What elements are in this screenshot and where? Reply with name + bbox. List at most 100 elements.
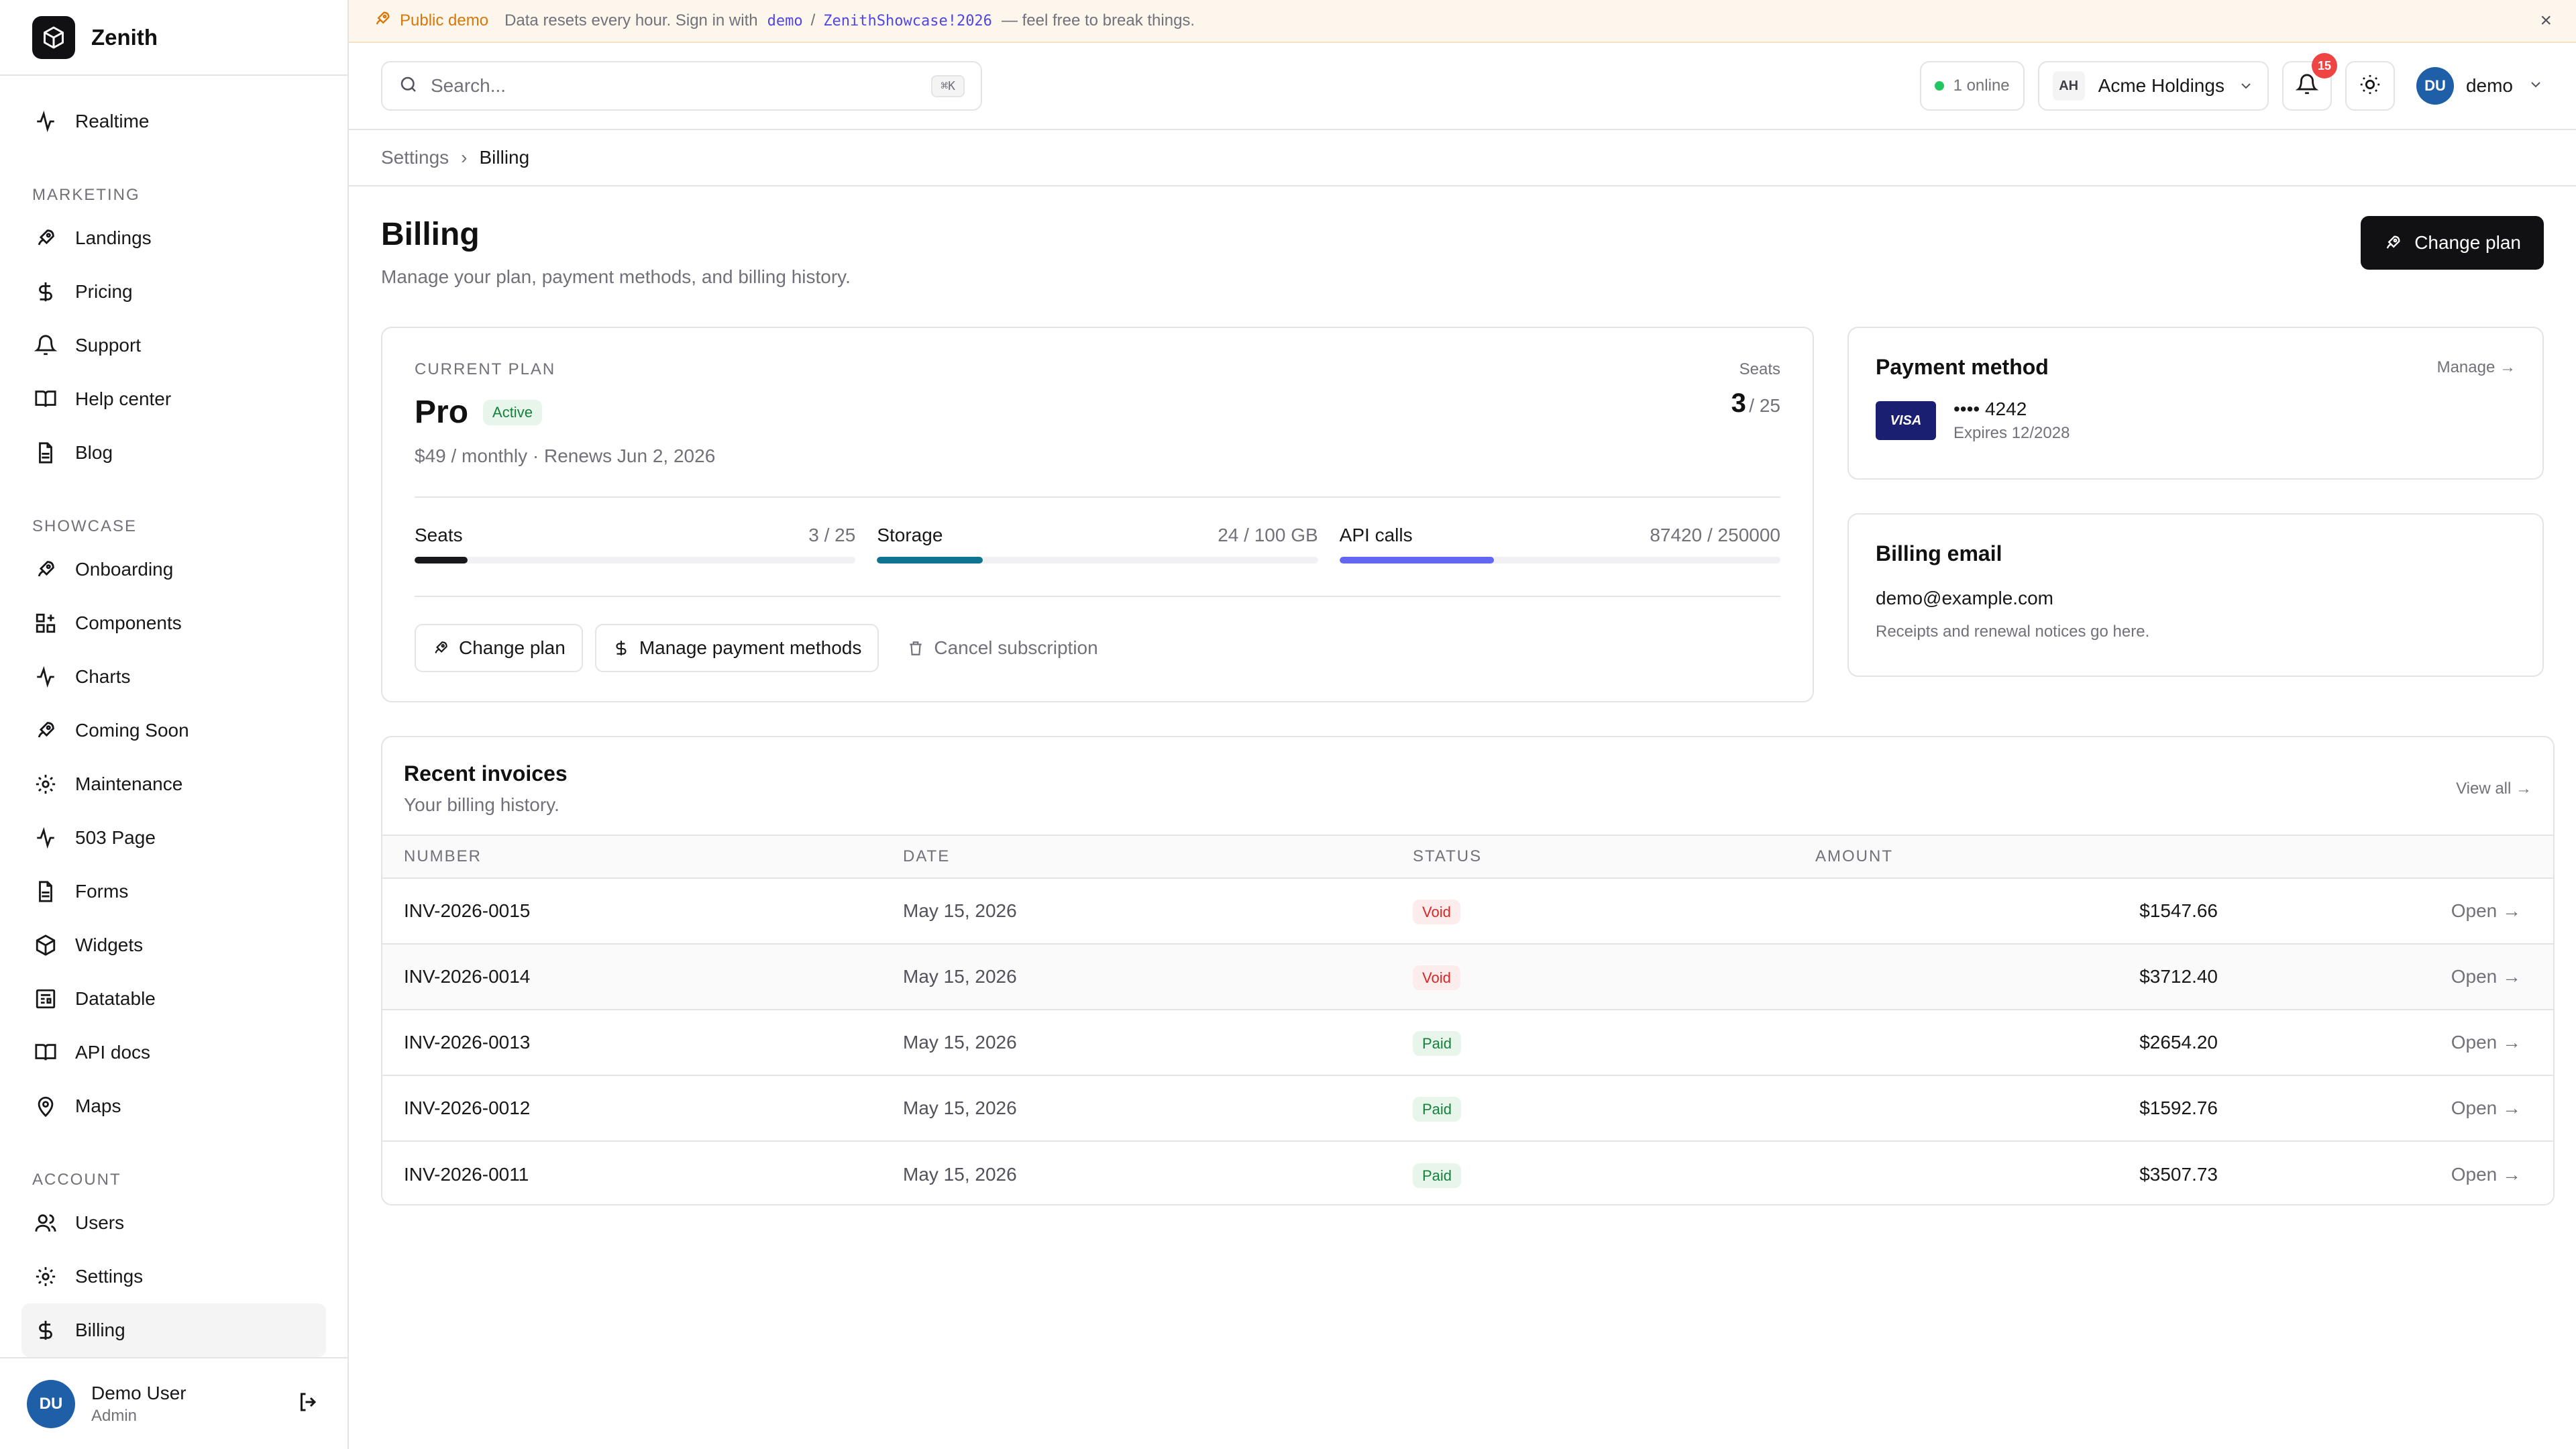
page-header: Billing Manage your plan, payment method… [381,216,2544,288]
seats-label: Seats [1739,360,1780,378]
invoice-date: May 15, 2026 [903,1075,1413,1142]
user-name: Demo User [91,1382,186,1403]
file-text-icon [32,439,59,466]
sidebar-item-support[interactable]: Support [21,319,326,372]
sidebar-item-label: Components [75,612,182,634]
cancel-subscription-button[interactable]: Cancel subscription [891,624,1114,672]
sidebar-item-datatable[interactable]: Datatable [21,972,326,1026]
book-open-icon [32,1039,59,1066]
manage-payment-methods-button[interactable]: Manage payment methods [594,624,879,672]
close-icon[interactable]: × [2540,9,2552,32]
banner-slash: / [810,11,816,30]
card-expiry: Expires 12/2028 [1953,424,2070,442]
sidebar-item-billing[interactable]: Billing [21,1303,326,1358]
breadcrumb-settings[interactable]: Settings [381,147,449,168]
avatar[interactable]: DU [27,1379,75,1428]
sidebar-item-maintenance[interactable]: Maintenance [21,757,326,811]
invoices-subtitle: Your billing history. [404,794,559,815]
open-invoice-link[interactable]: Open → [2218,1075,2553,1142]
search-placeholder: Search... [431,75,506,96]
status-badge: Active [483,399,542,425]
table-row[interactable]: INV-2026-0015 May 15, 2026 Void $1547.66… [382,878,2553,945]
status-badge: Void [1413,965,1460,990]
sidebar-item-components[interactable]: Components [21,596,326,650]
user-menu[interactable]: DU demo [2416,67,2544,105]
usage-meter-storage: Storage 24 / 100 GB [877,525,1318,564]
sidebar-item-settings[interactable]: Settings [21,1250,326,1303]
users-icon [32,1210,59,1236]
seats-value: 3 / 25 [1731,388,1780,419]
notifications-button[interactable]: 15 [2282,53,2337,111]
file-text-icon [32,878,59,905]
org-switcher[interactable]: AH Acme Holdings [2037,61,2269,111]
table-row[interactable]: INV-2026-0011 May 15, 2026 Paid $3507.73… [382,1141,2553,1204]
sidebar-item-users[interactable]: Users [21,1196,326,1250]
invoices-header: Recent invoices Your billing history. Vi… [382,737,2553,835]
meter-fill [877,557,983,564]
sidebar-item-onboarding[interactable]: Onboarding [21,543,326,596]
trash-icon [907,639,924,657]
activity-icon [32,108,59,135]
status-badge: Paid [1413,1163,1462,1188]
usage-meter-seats: Seats 3 / 25 [415,525,856,564]
sidebar-item-forms[interactable]: Forms [21,865,326,918]
billing-overview: CURRENT PLAN Pro Active $49 / monthly · … [381,327,2544,702]
sidebar-item-help-center[interactable]: Help center [21,372,326,426]
open-invoice-link[interactable]: Open → [2218,1141,2553,1204]
main: Public demo Data resets every hour. Sign… [349,0,2576,1449]
table-row[interactable]: INV-2026-0013 May 15, 2026 Paid $2654.20… [382,1010,2553,1076]
sidebar-item-api-docs[interactable]: API docs [21,1026,326,1079]
payment-method-card: Payment method Manage → VISA •••• 4242 E… [1847,327,2544,480]
payment-method-title: Payment method [1876,355,2049,379]
change-plan-secondary-button[interactable]: Change plan [415,624,583,672]
plan-actions: Change plan Manage payment methods Cance… [415,624,1780,672]
table-row[interactable]: INV-2026-0012 May 15, 2026 Paid $1592.76… [382,1075,2553,1142]
theme-toggle-button[interactable] [2345,61,2395,111]
view-all-link[interactable]: View all → [2456,780,2532,798]
billing-email-note: Receipts and renewal notices go here. [1876,623,2150,641]
banner-username: demo [767,12,803,30]
sidebar-item-realtime[interactable]: Realtime [21,95,326,148]
sidebar-item-label: Realtime [75,111,150,132]
table-row[interactable]: INV-2026-0014 May 15, 2026 Void $3712.40… [382,944,2553,1010]
change-plan-button[interactable]: Change plan [2361,216,2544,270]
breadcrumb: Settings › Billing [349,130,2576,186]
sidebar-item-maps[interactable]: Maps [21,1079,326,1133]
logout-icon[interactable] [297,1390,321,1417]
sidebar-item-pricing[interactable]: Pricing [21,265,326,319]
sidebar-item-widgets[interactable]: Widgets [21,918,326,972]
sidebar-user: DU Demo User Admin [0,1357,347,1449]
invoice-amount: $1547.66 [1815,878,2218,945]
user-meta: Demo User Admin [91,1383,297,1426]
open-invoice-link[interactable]: Open → [2218,1010,2553,1076]
online-indicator: 1 online [1919,61,2025,111]
open-invoice-link[interactable]: Open → [2218,878,2553,945]
rocket-icon [2383,233,2402,252]
meter-track [877,557,1318,564]
sidebar-item-landings[interactable]: Landings [21,211,326,265]
sidebar-item-503-page[interactable]: 503 Page [21,811,326,865]
visa-logo-icon: VISA [1876,401,1936,440]
search-input[interactable]: Search... ⌘K [381,61,982,111]
invoice-number: INV-2026-0013 [382,1010,903,1076]
table-header-row: NUMBER DATE STATUS AMOUNT [382,835,2553,879]
sidebar-item-label: Help center [75,388,172,410]
sidebar-item-coming-soon[interactable]: Coming Soon [21,704,326,757]
meter-label: Seats [415,525,463,545]
meter-fill [415,557,468,564]
brand[interactable]: Zenith [0,0,347,76]
open-invoice-link[interactable]: Open → [2218,944,2553,1010]
dollar-icon [612,639,630,657]
sidebar-item-label: Coming Soon [75,720,189,741]
page-title: Billing [381,217,480,252]
manage-payment-link[interactable]: Manage → [2437,358,2516,377]
sidebar-item-label: Settings [75,1266,144,1287]
sidebar-item-charts[interactable]: Charts [21,650,326,704]
sidebar-item-label: Onboarding [75,559,174,580]
sidebar-item-label: 503 Page [75,827,156,849]
billing-email-value: demo@example.com [1876,588,2053,608]
sidebar-item-blog[interactable]: Blog [21,426,326,480]
page-subtitle: Manage your plan, payment methods, and b… [381,266,851,287]
package-icon [32,932,59,959]
rocket-icon [432,639,449,657]
